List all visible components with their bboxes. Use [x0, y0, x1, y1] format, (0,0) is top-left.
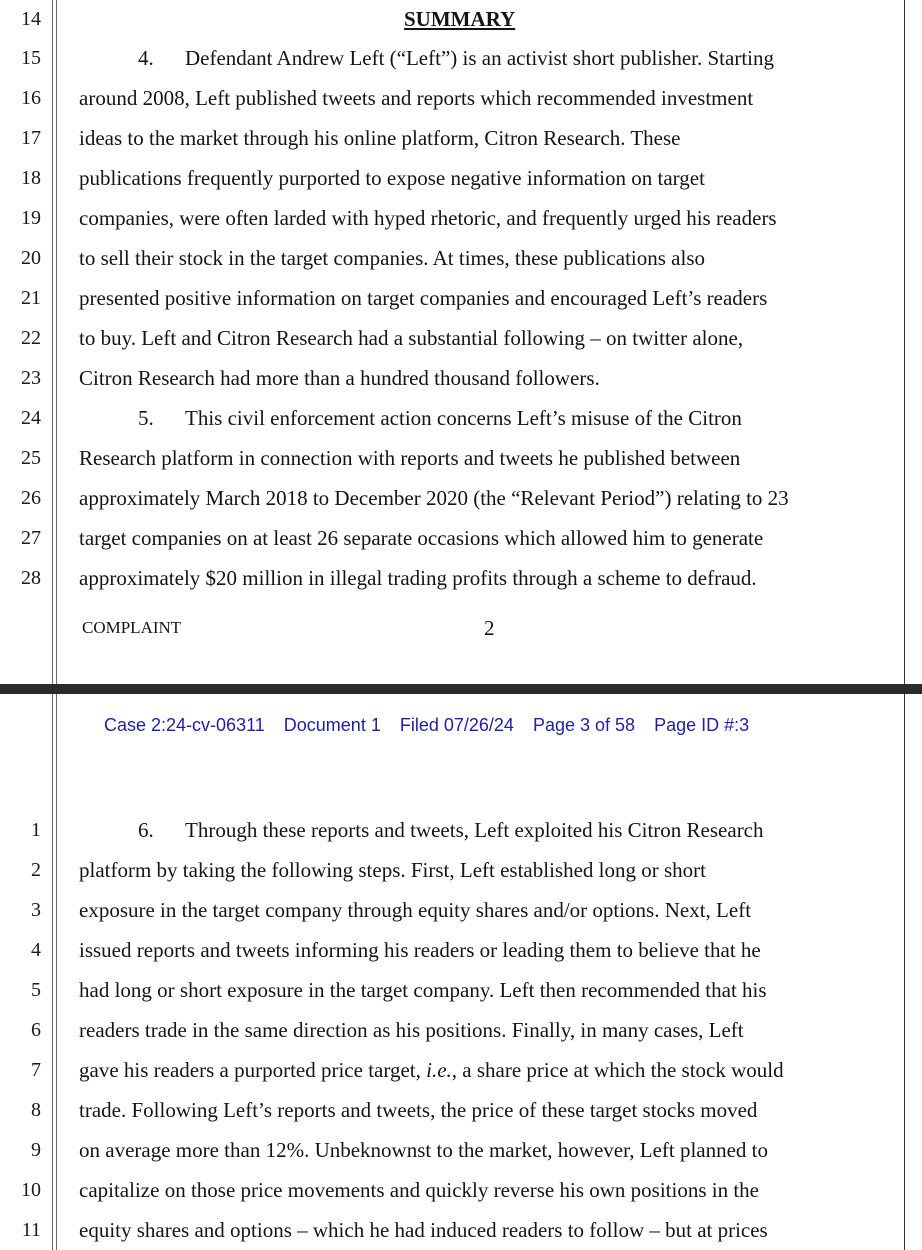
line-text: 5. This civil enforcement action concerns…: [138, 398, 742, 438]
case-number: Case 2:24-cv-06311: [104, 715, 265, 735]
line-number: 24: [21, 407, 41, 429]
italic-abbreviation: i.e.: [426, 1058, 452, 1082]
line-content: This civil enforcement action concerns L…: [185, 406, 742, 430]
line-number: 6: [31, 1019, 41, 1041]
line-text: publications frequently purported to exp…: [79, 166, 705, 190]
line-number: 26: [21, 487, 41, 509]
line-text: to buy. Left and Citron Research had a s…: [79, 326, 744, 350]
line-text: to sell their stock in the target compan…: [79, 246, 705, 270]
section-heading: SUMMARY: [404, 7, 516, 31]
text-line: 21 presented positive information on tar…: [0, 278, 922, 318]
section-heading-row: 14 SUMMARY: [0, 0, 922, 38]
paragraph-number: 4.: [138, 46, 154, 70]
paragraph-number: 6.: [138, 818, 154, 842]
document-page-3: Case 2:24-cv-06311 Document 1 Filed 07/2…: [0, 694, 922, 1250]
text-line: 5 had long or short exposure in the targ…: [0, 970, 922, 1010]
paragraph-number: 5.: [138, 406, 154, 430]
line-number: 3: [31, 899, 41, 921]
text-line: 27 target companies on at least 26 separ…: [0, 518, 922, 558]
text-line: 25 Research platform in connection with …: [0, 438, 922, 478]
line-content: Defendant Andrew Left (“Left”) is an act…: [185, 46, 774, 70]
line-text: around 2008, Left published tweets and r…: [79, 86, 754, 110]
line-number: 23: [21, 367, 41, 389]
line-text: on average more than 12%. Unbeknownst to…: [79, 1138, 769, 1162]
line-number: 22: [21, 327, 41, 349]
document-number: Document 1: [283, 715, 381, 735]
text-line: 15 4. Defendant Andrew Left (“Left”) is a…: [0, 38, 922, 78]
text-line: 17 ideas to the market through his onlin…: [0, 118, 922, 158]
line-text: equity shares and options – which he had…: [79, 1218, 768, 1242]
text-line: 11 equity shares and options – which he …: [0, 1210, 922, 1250]
case-header: Case 2:24-cv-06311 Document 1 Filed 07/2…: [104, 712, 763, 738]
line-number: 11: [21, 1219, 41, 1241]
text-line: 19 companies, were often larded with hyp…: [0, 198, 922, 238]
line-number: 28: [21, 567, 41, 589]
line-text: trade. Following Left’s reports and twee…: [79, 1098, 758, 1122]
footer-page-number: 2: [484, 616, 495, 640]
footer-document-label: COMPLAINT: [82, 618, 182, 637]
line-text: platform by taking the following steps. …: [79, 858, 706, 882]
line-number: 16: [21, 87, 41, 109]
line-text: exposure in the target company through e…: [79, 898, 752, 922]
line-text: presented positive information on target…: [79, 286, 768, 310]
line-number: 7: [31, 1059, 41, 1081]
line-text: approximately $20 million in illegal tra…: [79, 566, 757, 590]
line-number: 27: [21, 527, 41, 549]
text-line: 4 issued reports and tweets informing hi…: [0, 930, 922, 970]
text-line: 22 to buy. Left and Citron Research had …: [0, 318, 922, 358]
line-number: 4: [31, 939, 41, 961]
text-line: 26 approximately March 2018 to December …: [0, 478, 922, 518]
text-line: 1 6. Through these reports and tweets, Le…: [0, 810, 922, 850]
text-line: 24 5. This civil enforcement action conce…: [0, 398, 922, 438]
line-text: readers trade in the same direction as h…: [79, 1018, 744, 1042]
line-number: 17: [21, 127, 41, 149]
text-line: 28 approximately $20 million in illegal …: [0, 558, 922, 598]
line-number: 9: [31, 1139, 41, 1161]
text-line: 16 around 2008, Left published tweets an…: [0, 78, 922, 118]
line-number: 18: [21, 167, 41, 189]
text-line: 6 readers trade in the same direction as…: [0, 1010, 922, 1050]
line-content: gave his readers a purported price targe…: [79, 1058, 427, 1082]
line-number: 10: [21, 1179, 41, 1201]
text-line: 18 publications frequently purported to …: [0, 158, 922, 198]
line-text: approximately March 2018 to December 202…: [79, 486, 789, 510]
page-id: Page ID #:3: [654, 715, 750, 735]
line-text: 4. Defendant Andrew Left (“Left”) is an a…: [138, 38, 774, 78]
filed-date: Filed 07/26/24: [399, 715, 514, 735]
line-number: 20: [21, 247, 41, 269]
line-content: Through these reports and tweets, Left e…: [185, 818, 764, 842]
text-line: 3 exposure in the target company through…: [0, 890, 922, 930]
line-content: , a share price at which the stock would: [451, 1058, 784, 1082]
line-number: 14: [21, 8, 41, 30]
line-text: target companies on at least 26 separate…: [79, 526, 764, 550]
line-text: capitalize on those price movements and …: [79, 1178, 759, 1202]
line-number: 15: [21, 47, 41, 69]
line-number: 21: [21, 287, 41, 309]
line-text: had long or short exposure in the target…: [79, 978, 767, 1002]
line-number: 8: [31, 1099, 41, 1121]
page-break-separator: [0, 684, 922, 694]
text-line: 2 platform by taking the following steps…: [0, 850, 922, 890]
text-line: 23 Citron Research had more than a hundr…: [0, 358, 922, 398]
text-line: 10 capitalize on those price movements a…: [0, 1170, 922, 1210]
line-text: Citron Research had more than a hundred …: [79, 366, 600, 390]
line-number: 19: [21, 207, 41, 229]
page-count: Page 3 of 58: [532, 715, 636, 735]
line-text: Research platform in connection with rep…: [79, 446, 741, 470]
text-line: 7 gave his readers a purported price tar…: [0, 1050, 922, 1090]
text-line: 8 trade. Following Left’s reports and tw…: [0, 1090, 922, 1130]
line-number: 2: [31, 859, 41, 881]
text-line: 9 on average more than 12%. Unbeknownst …: [0, 1130, 922, 1170]
line-text: companies, were often larded with hyped …: [79, 206, 777, 230]
line-text: gave his readers a purported price targe…: [79, 1050, 784, 1090]
line-number: 5: [31, 979, 41, 1001]
line-text: 6. Through these reports and tweets, Left…: [138, 810, 764, 850]
text-line: 20 to sell their stock in the target com…: [0, 238, 922, 278]
line-text: issued reports and tweets informing his …: [79, 938, 761, 962]
line-number: 1: [31, 819, 41, 841]
line-text: ideas to the market through his online p…: [79, 126, 681, 150]
document-page-2: 14 SUMMARY 15 4. Defendant Andrew Left (“…: [0, 0, 922, 684]
line-number: 25: [21, 447, 41, 469]
